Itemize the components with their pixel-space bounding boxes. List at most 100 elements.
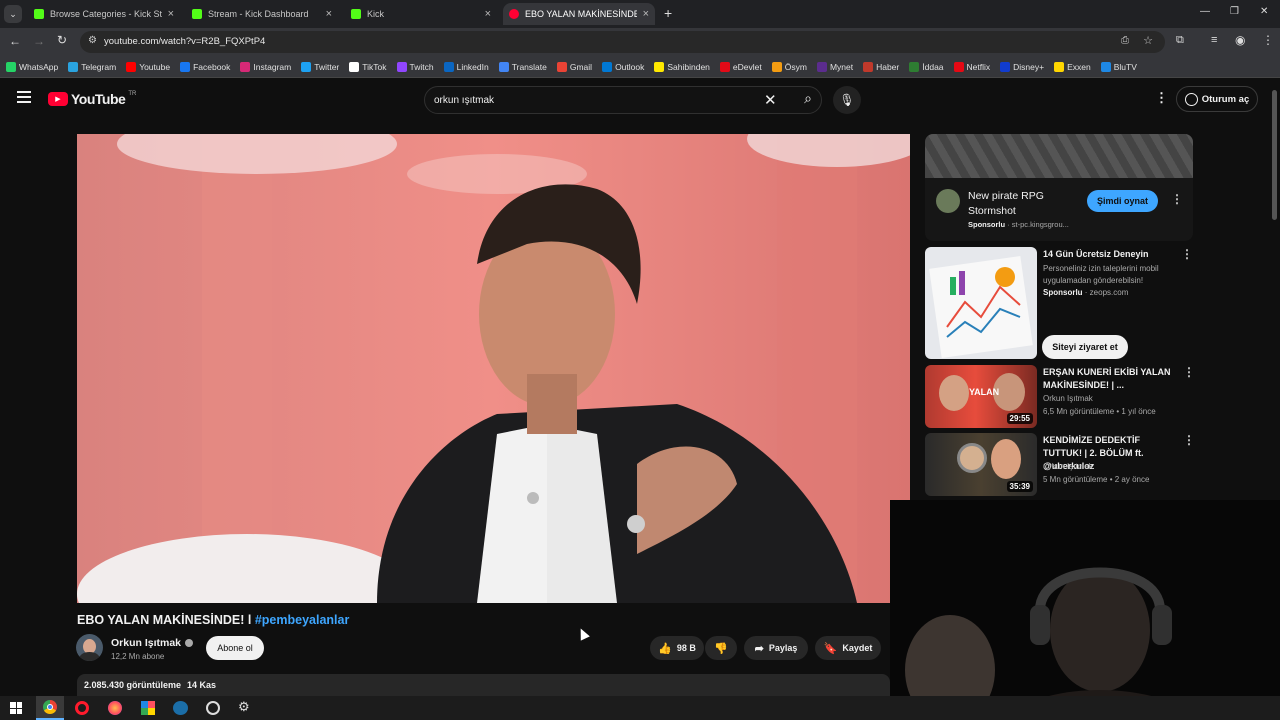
- forward-icon[interactable]: →: [33, 34, 45, 48]
- youtube-logo[interactable]: ▶ YouTube TR: [48, 91, 136, 107]
- bookmark-label: BluTV: [1113, 61, 1137, 72]
- save-button[interactable]: 🔖 Kaydet: [815, 636, 881, 660]
- video-player[interactable]: [77, 134, 910, 603]
- bookmark-instagram[interactable]: Instagram: [240, 61, 291, 72]
- bookmark-favicon-icon: [180, 61, 191, 72]
- hamburger-icon[interactable]: [17, 91, 31, 103]
- extensions-icon[interactable]: ⧉: [1176, 34, 1184, 47]
- search-icon[interactable]: ⌕: [793, 90, 823, 110]
- page-scrollbar[interactable]: [1272, 90, 1277, 220]
- opera-taskbar-icon[interactable]: [75, 701, 89, 715]
- bookmark-edevlet[interactable]: eDevlet: [719, 61, 762, 72]
- firefox-taskbar-icon[interactable]: [108, 701, 122, 715]
- more-options-icon[interactable]: ⋮: [1181, 247, 1193, 261]
- windows-start-icon[interactable]: [10, 702, 22, 714]
- bookmark-label: WhatsApp: [19, 61, 59, 72]
- tab-youtube-video[interactable]: EBO YALAN MAKİNESİNDE! l #p ×: [503, 3, 655, 25]
- profile-icon[interactable]: ◉: [1235, 33, 1245, 47]
- bookmark-label: Haber: [876, 61, 900, 72]
- bookmark-favicon-icon: [126, 61, 137, 72]
- bookmark-telegram[interactable]: Telegram: [68, 61, 116, 72]
- like-button[interactable]: 👍 98 B: [650, 636, 704, 660]
- steam-taskbar-icon[interactable]: [173, 701, 188, 715]
- tab-stream-dashboard[interactable]: Stream - Kick Dashboard ×: [186, 3, 338, 25]
- sidebar-video-2[interactable]: 35:39 KENDİMİZE DEDEKTİF TUTTUK! | 2. BÖ…: [925, 433, 1195, 496]
- sidebar-video-1[interactable]: YALAN 29:55 ERŞAN KUNERİ EKİBİ YALAN MAK…: [925, 365, 1195, 428]
- search-input[interactable]: orkun ışıtmak: [434, 95, 494, 106]
- bookmark-label: Facebook: [193, 61, 231, 72]
- menu-icon[interactable]: ⋮: [1262, 33, 1274, 47]
- bookmark-label: Exxen: [1067, 61, 1091, 72]
- more-options-icon[interactable]: ⋮: [1183, 433, 1195, 447]
- obs-taskbar-icon[interactable]: [206, 701, 220, 715]
- close-window-button[interactable]: ✕: [1260, 6, 1268, 17]
- bookmark-i-ddaa[interactable]: İddaa: [909, 61, 944, 72]
- bookmark-gmail[interactable]: Gmail: [556, 61, 592, 72]
- reload-icon[interactable]: ↻: [57, 33, 67, 47]
- bookmark-outlook[interactable]: Outlook: [602, 61, 644, 72]
- share-button[interactable]: ➦ Paylaş: [744, 636, 808, 660]
- tab-kick[interactable]: Kick ×: [345, 3, 497, 25]
- channel-avatar[interactable]: [76, 634, 103, 661]
- signin-button[interactable]: Oturum aç: [1176, 86, 1258, 112]
- ad-card-stormshot[interactable]: New pirate RPG Stormshot Sponsorlu · st-…: [925, 134, 1193, 241]
- minimize-button[interactable]: —: [1200, 6, 1210, 17]
- video-title: EBO YALAN MAKİNESİNDE! l #pembeyalanlar: [77, 613, 349, 627]
- settings-taskbar-icon[interactable]: ⚙: [238, 699, 250, 715]
- clear-search-icon[interactable]: ✕: [764, 91, 777, 109]
- install-icon[interactable]: ⎙: [1121, 35, 1129, 46]
- play-now-button[interactable]: Şimdi oynat: [1087, 190, 1158, 212]
- hashtag-link[interactable]: #pembeyalanlar: [255, 613, 350, 627]
- bookmark-linkedin[interactable]: LinkedIn: [443, 61, 489, 72]
- video-views: 5 Mn görüntüleme: [1043, 475, 1108, 484]
- bookmark-star-icon[interactable]: ☆: [1143, 34, 1153, 47]
- ad-card-zeops[interactable]: 14 Gün Ücretsiz Deneyin Personeliniz izi…: [925, 247, 1193, 359]
- bookmark-haber[interactable]: Haber: [863, 61, 900, 72]
- video-thumbnail: 35:39: [925, 433, 1037, 496]
- dislike-button[interactable]: 👎: [705, 636, 737, 660]
- bookmark-favicon-icon: [301, 61, 312, 72]
- bookmark-ösym[interactable]: Ösym: [771, 61, 807, 72]
- youtube-play-icon: ▶: [48, 92, 68, 106]
- back-icon[interactable]: ←: [9, 34, 21, 48]
- description-box[interactable]: 2.085.430 görüntüleme 14 Kas: [77, 674, 890, 696]
- close-icon[interactable]: ×: [643, 8, 649, 20]
- restore-button[interactable]: ❐: [1230, 6, 1239, 17]
- close-icon[interactable]: ×: [326, 8, 332, 20]
- bookmark-mynet[interactable]: Mynet: [816, 61, 853, 72]
- channel-name[interactable]: Orkun Işıtmak: [111, 637, 194, 649]
- search-box[interactable]: orkun ışıtmak ✕ ⌕: [424, 86, 822, 114]
- bookmark-twitter[interactable]: Twitter: [301, 61, 339, 72]
- bookmark-sahibinden[interactable]: Sahibinden: [654, 61, 710, 72]
- media-icon[interactable]: ≡: [1211, 34, 1217, 46]
- close-icon[interactable]: ×: [168, 8, 174, 20]
- settings-menu-icon[interactable]: ⋮: [1155, 90, 1168, 106]
- chart-sheet-image: [929, 256, 1033, 358]
- more-options-icon[interactable]: ⋮: [1183, 365, 1195, 379]
- bookmark-netflix[interactable]: Netflix: [953, 61, 990, 72]
- close-icon[interactable]: ×: [485, 8, 491, 20]
- bookmark-tiktok[interactable]: TikTok: [349, 61, 387, 72]
- app-taskbar-icon[interactable]: [141, 701, 155, 715]
- bookmark-blutv[interactable]: BluTV: [1100, 61, 1137, 72]
- subscribe-button[interactable]: Abone ol: [206, 636, 264, 660]
- ad-banner: [925, 134, 1193, 178]
- tab-search-icon[interactable]: ⌄: [4, 5, 22, 23]
- bookmark-translate[interactable]: Translate: [498, 61, 547, 72]
- bookmark-facebook[interactable]: Facebook: [180, 61, 231, 72]
- site-info-icon[interactable]: ⚙: [88, 35, 97, 46]
- voice-search-button[interactable]: 🎙: [833, 86, 861, 114]
- tab-browse-categories[interactable]: Browse Categories - Kick Stream ×: [28, 3, 180, 25]
- address-bar[interactable]: ⚙ youtube.com/watch?v=R2B_FQXPtP4 ⎙ ☆: [80, 31, 1165, 53]
- bookmark-disney-[interactable]: Disney+: [1000, 61, 1044, 72]
- ad-domain: st-pc.kingsgrou...: [1011, 220, 1069, 229]
- bookmark-exxen[interactable]: Exxen: [1054, 61, 1091, 72]
- chrome-taskbar-icon[interactable]: [36, 696, 64, 720]
- video-age: 1 yıl önce: [1121, 407, 1156, 416]
- visit-site-button[interactable]: Siteyi ziyaret et: [1042, 335, 1128, 359]
- bookmark-youtube[interactable]: Youtube: [126, 61, 170, 72]
- more-options-icon[interactable]: ⋮: [1171, 192, 1183, 206]
- bookmark-twitch[interactable]: Twitch: [396, 61, 434, 72]
- bookmark-whatsapp[interactable]: WhatsApp: [6, 61, 59, 72]
- new-tab-button[interactable]: +: [664, 5, 672, 21]
